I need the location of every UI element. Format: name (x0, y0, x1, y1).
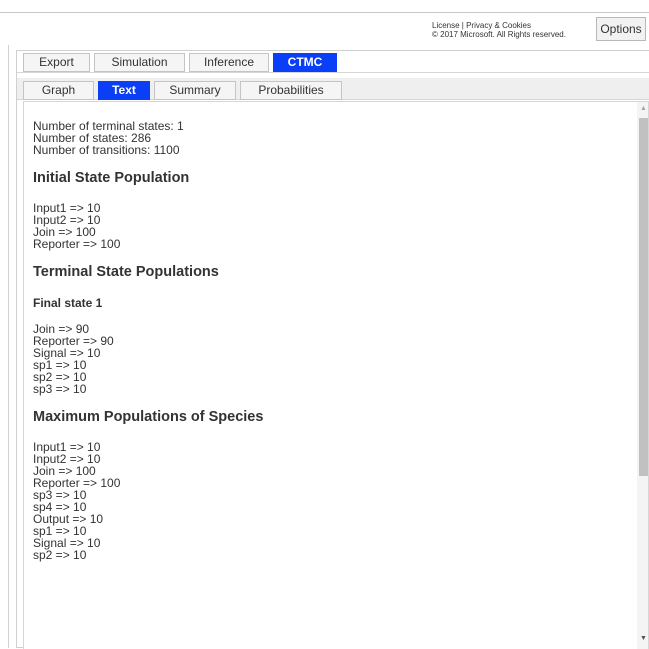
final-state-heading: Final state 1 (33, 296, 103, 310)
results-panel: Export Simulation Inference CTMC Graph T… (16, 50, 649, 649)
population-line: Input2 => 10 (33, 452, 101, 466)
population-line: Input1 => 10 (33, 440, 101, 454)
population-line: Reporter => 100 (33, 237, 121, 251)
population-line: sp1 => 10 (33, 524, 87, 538)
license-notice: License | Privacy & Cookies © 2017 Micro… (432, 21, 566, 39)
text-output-pane[interactable]: Number of terminal states: 1 Number of s… (23, 101, 649, 649)
population-line: Reporter => 90 (33, 334, 114, 348)
top-divider (0, 12, 649, 13)
ctmc-text-report: Number of terminal states: 1 Number of s… (33, 120, 623, 561)
tab-simulation[interactable]: Simulation (94, 53, 185, 72)
left-divider (8, 45, 9, 648)
tab-graph[interactable]: Graph (23, 81, 94, 100)
stat-line: Number of transitions: 1100 (33, 143, 180, 157)
population-line: Signal => 10 (33, 346, 101, 360)
population-line: sp3 => 10 (33, 382, 87, 396)
population-line: Join => 100 (33, 464, 96, 478)
population-line: Output => 10 (33, 512, 104, 526)
tab-summary[interactable]: Summary (154, 81, 236, 100)
population-line: sp3 => 10 (33, 488, 87, 502)
sub-tab-bar: Graph Text Summary Probabilities (23, 81, 342, 100)
main-tab-bar: Export Simulation Inference CTMC (23, 53, 337, 72)
max-populations-heading: Maximum Populations of Species (33, 409, 264, 425)
population-line: sp2 => 10 (33, 370, 87, 384)
population-line: sp4 => 10 (33, 500, 87, 514)
population-line: sp1 => 10 (33, 358, 87, 372)
tab-inference[interactable]: Inference (189, 53, 269, 72)
initial-state-heading: Initial State Population (33, 170, 190, 186)
population-line: Input2 => 10 (33, 213, 101, 227)
population-line: Input1 => 10 (33, 201, 101, 215)
license-links[interactable]: License | Privacy & Cookies (432, 21, 566, 30)
options-button[interactable]: Options (596, 17, 646, 41)
tab-divider (17, 72, 649, 73)
population-line: Join => 90 (33, 322, 90, 336)
scroll-up-icon[interactable]: ▲ (637, 102, 648, 116)
population-line: sp2 => 10 (33, 548, 87, 562)
scroll-thumb[interactable] (639, 118, 648, 476)
population-line: Join => 100 (33, 225, 96, 239)
population-line: Reporter => 100 (33, 476, 121, 490)
tab-export[interactable]: Export (23, 53, 90, 72)
copyright-text: © 2017 Microsoft. All Rights reserved. (432, 30, 566, 39)
vertical-scrollbar[interactable]: ▲ ▼ (637, 102, 648, 649)
population-line: Signal => 10 (33, 536, 101, 550)
tab-probabilities[interactable]: Probabilities (240, 81, 342, 100)
tab-ctmc[interactable]: CTMC (273, 53, 337, 72)
scroll-down-icon[interactable]: ▼ (637, 632, 648, 646)
terminal-state-heading: Terminal State Populations (33, 264, 219, 280)
tab-text[interactable]: Text (98, 81, 150, 100)
